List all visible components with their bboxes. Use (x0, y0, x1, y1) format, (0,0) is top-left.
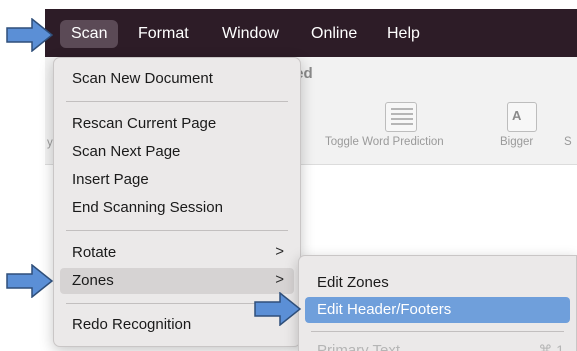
menu-scan[interactable]: Scan (60, 20, 119, 48)
toolbar-label-partial-right: S (564, 136, 572, 148)
menu-item-label: Redo Recognition (72, 316, 192, 333)
menu-item-end-scanning-session[interactable]: End Scanning Session (60, 195, 294, 221)
toggle-word-prediction-label: Toggle Word Prediction (325, 136, 444, 148)
menu-separator (66, 101, 288, 102)
right-arrow-icon (6, 264, 54, 298)
menu-item-label: Insert Page (72, 171, 149, 188)
menu-item-shortcut: ⌘ 1 (538, 342, 564, 351)
menu-item-label: Scan Next Page (72, 143, 181, 160)
menu-item-label: Rescan Current Page (72, 115, 217, 132)
menu-item-scan-new-document[interactable]: Scan New Document (60, 66, 294, 92)
menu-item-edit-header-footers[interactable]: Edit Header/Footers (305, 297, 570, 323)
menu-item-label: Edit Header/Footers (317, 301, 452, 318)
menu-item-zones[interactable]: Zones > (60, 268, 294, 294)
menu-item-label: Rotate (72, 244, 117, 261)
chevron-right-icon: > (275, 271, 284, 288)
menu-format[interactable]: Format (127, 20, 200, 48)
menu-bar: Scan Format Window Online Help (45, 9, 577, 57)
text-bigger-icon[interactable]: A (507, 102, 537, 132)
chevron-right-icon: > (275, 243, 284, 260)
right-arrow-icon (254, 292, 302, 326)
word-prediction-icon[interactable] (385, 102, 417, 132)
menu-item-rescan-current-page[interactable]: Rescan Current Page (60, 111, 294, 137)
menu-item-primary-text[interactable]: Primary Text (317, 342, 400, 351)
menu-item-scan-next-page[interactable]: Scan Next Page (60, 139, 294, 165)
toolbar-label-partial: y (47, 137, 53, 149)
right-arrow-icon (6, 18, 54, 52)
menu-separator (66, 230, 288, 231)
menu-item-label: Edit Zones (317, 274, 389, 291)
text-bigger-glyph: A (512, 108, 522, 123)
menu-online[interactable]: Online (300, 20, 368, 48)
menu-item-rotate[interactable]: Rotate > (60, 240, 294, 266)
menu-item-edit-zones[interactable]: Edit Zones (305, 270, 570, 296)
menu-window[interactable]: Window (211, 20, 290, 48)
menu-item-label: End Scanning Session (72, 199, 223, 216)
menu-help[interactable]: Help (376, 20, 431, 48)
menu-item-insert-page[interactable]: Insert Page (60, 167, 294, 193)
menu-item-label: Scan New Document (72, 70, 213, 87)
menu-item-label: Zones (72, 272, 114, 289)
menu-separator (311, 331, 564, 332)
zones-submenu: Edit Zones Edit Header/Footers Primary T… (298, 255, 577, 351)
bigger-label: Bigger (500, 136, 534, 148)
